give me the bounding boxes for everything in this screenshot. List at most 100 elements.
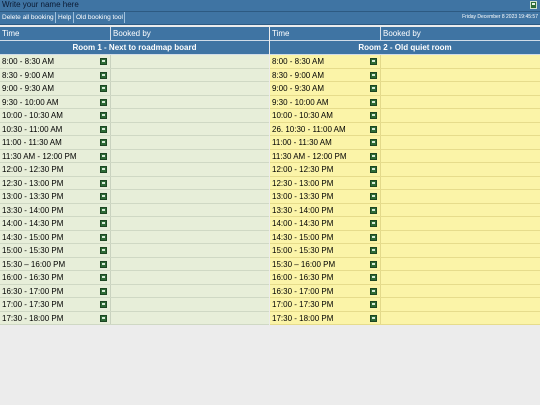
- book-slot-icon[interactable]: [100, 71, 107, 79]
- time-slot-label: 15:00 - 15:30 PM: [0, 244, 111, 257]
- time-slot-row: 12:00 - 12:30 PM: [0, 163, 269, 177]
- book-slot-icon[interactable]: [100, 139, 107, 146]
- book-slot-icon[interactable]: [100, 166, 107, 173]
- booked-by-cell[interactable]: [111, 271, 269, 284]
- booked-by-cell[interactable]: [381, 271, 540, 284]
- book-slot-icon[interactable]: [370, 233, 377, 241]
- time-slot-label: 8:30 - 9:00 AM: [0, 68, 111, 81]
- time-slot-row: 9:30 - 10:00 AM: [0, 95, 269, 109]
- time-slot-label: 17:30 - 18:00 PM: [270, 311, 381, 324]
- booked-by-cell[interactable]: [111, 96, 269, 109]
- help-button[interactable]: Help: [56, 12, 74, 23]
- booked-by-cell[interactable]: [111, 177, 269, 190]
- old-booking-tool-button[interactable]: Old booking tool: [74, 12, 125, 23]
- book-slot-icon[interactable]: [370, 206, 377, 214]
- book-slot-icon[interactable]: [370, 301, 377, 308]
- booked-by-cell[interactable]: [381, 244, 540, 257]
- booked-by-cell[interactable]: [111, 69, 269, 82]
- time-slot-label: 11:30 AM - 12:00 PM: [270, 149, 381, 162]
- book-slot-icon[interactable]: [370, 139, 377, 146]
- book-slot-icon[interactable]: [100, 179, 107, 187]
- booked-by-cell[interactable]: [381, 150, 540, 163]
- book-slot-icon[interactable]: [370, 260, 377, 268]
- time-slot-row: 8:00 - 8:30 AM: [270, 55, 540, 69]
- book-slot-icon[interactable]: [100, 260, 107, 268]
- book-slot-icon[interactable]: [370, 274, 377, 281]
- booked-by-cell[interactable]: [111, 190, 269, 203]
- booked-by-cell[interactable]: [111, 285, 269, 298]
- book-slot-icon[interactable]: [100, 58, 107, 65]
- delete-all-booking-button[interactable]: Delete all booking: [0, 12, 56, 23]
- booked-by-cell[interactable]: [381, 217, 540, 230]
- booked-by-cell[interactable]: [111, 123, 269, 136]
- booked-by-cell[interactable]: [381, 109, 540, 122]
- room-title: Room 1 - Next to roadmap board: [0, 41, 269, 55]
- booked-by-cell[interactable]: [381, 123, 540, 136]
- book-slot-icon[interactable]: [100, 85, 107, 92]
- book-slot-icon[interactable]: [100, 274, 107, 281]
- book-slot-icon[interactable]: [370, 220, 377, 227]
- booked-by-cell[interactable]: [381, 177, 540, 190]
- booked-by-cell[interactable]: [111, 150, 269, 163]
- book-slot-icon[interactable]: [370, 287, 377, 295]
- book-slot-icon[interactable]: [370, 193, 377, 200]
- name-input[interactable]: [2, 0, 302, 10]
- booked-by-cell[interactable]: [381, 231, 540, 244]
- booked-by-cell[interactable]: [111, 231, 269, 244]
- booked-by-cell[interactable]: [381, 312, 540, 325]
- booked-by-cell[interactable]: [381, 190, 540, 203]
- book-slot-icon[interactable]: [100, 125, 107, 133]
- booked-by-cell[interactable]: [111, 217, 269, 230]
- time-slot-row: 8:30 - 9:00 AM: [0, 68, 269, 82]
- booked-by-cell[interactable]: [111, 298, 269, 311]
- book-slot-icon[interactable]: [370, 71, 377, 79]
- save-icon[interactable]: [530, 1, 537, 9]
- booked-by-cell[interactable]: [381, 285, 540, 298]
- booked-by-cell[interactable]: [381, 69, 540, 82]
- book-slot-icon[interactable]: [100, 301, 107, 308]
- booked-by-cell[interactable]: [111, 258, 269, 271]
- book-slot-icon[interactable]: [100, 233, 107, 241]
- book-slot-icon[interactable]: [100, 193, 107, 200]
- booked-by-cell[interactable]: [381, 163, 540, 176]
- booked-by-cell[interactable]: [111, 109, 269, 122]
- book-slot-icon[interactable]: [100, 206, 107, 214]
- book-slot-icon[interactable]: [370, 314, 377, 322]
- booked-by-cell[interactable]: [381, 298, 540, 311]
- booked-by-cell[interactable]: [381, 258, 540, 271]
- booked-by-cell[interactable]: [381, 204, 540, 217]
- time-slot-label: 12:30 - 13:00 PM: [270, 176, 381, 189]
- book-slot-icon[interactable]: [100, 287, 107, 295]
- book-slot-icon[interactable]: [100, 220, 107, 227]
- booked-by-cell[interactable]: [111, 163, 269, 176]
- book-slot-icon[interactable]: [100, 152, 107, 160]
- book-slot-icon[interactable]: [100, 112, 107, 119]
- booked-by-cell[interactable]: [111, 55, 269, 68]
- time-slot-row: 10:00 - 10:30 AM: [0, 109, 269, 123]
- book-slot-icon[interactable]: [370, 112, 377, 119]
- book-slot-icon[interactable]: [370, 166, 377, 173]
- book-slot-icon[interactable]: [370, 85, 377, 92]
- book-slot-icon[interactable]: [100, 314, 107, 322]
- booked-by-cell[interactable]: [381, 55, 540, 68]
- time-slot-label: 16:30 - 17:00 PM: [270, 284, 381, 297]
- book-slot-icon[interactable]: [370, 98, 377, 106]
- booked-by-cell[interactable]: [111, 136, 269, 149]
- booked-by-cell[interactable]: [381, 96, 540, 109]
- booked-by-cell[interactable]: [111, 204, 269, 217]
- book-slot-icon[interactable]: [370, 58, 377, 65]
- booked-by-cell[interactable]: [381, 82, 540, 95]
- book-slot-icon[interactable]: [370, 247, 377, 254]
- time-slot-row: 15:00 - 15:30 PM: [270, 244, 540, 258]
- time-slot-row: 11:30 AM - 12:00 PM: [270, 149, 540, 163]
- book-slot-icon[interactable]: [370, 179, 377, 187]
- book-slot-icon[interactable]: [100, 98, 107, 106]
- booked-by-cell[interactable]: [111, 244, 269, 257]
- book-slot-icon[interactable]: [100, 247, 107, 254]
- booked-by-cell[interactable]: [111, 82, 269, 95]
- booked-by-cell[interactable]: [111, 312, 269, 325]
- booked-by-cell[interactable]: [381, 136, 540, 149]
- booked-by-column-header: Booked by: [383, 29, 421, 38]
- book-slot-icon[interactable]: [370, 152, 377, 160]
- book-slot-icon[interactable]: [370, 125, 377, 133]
